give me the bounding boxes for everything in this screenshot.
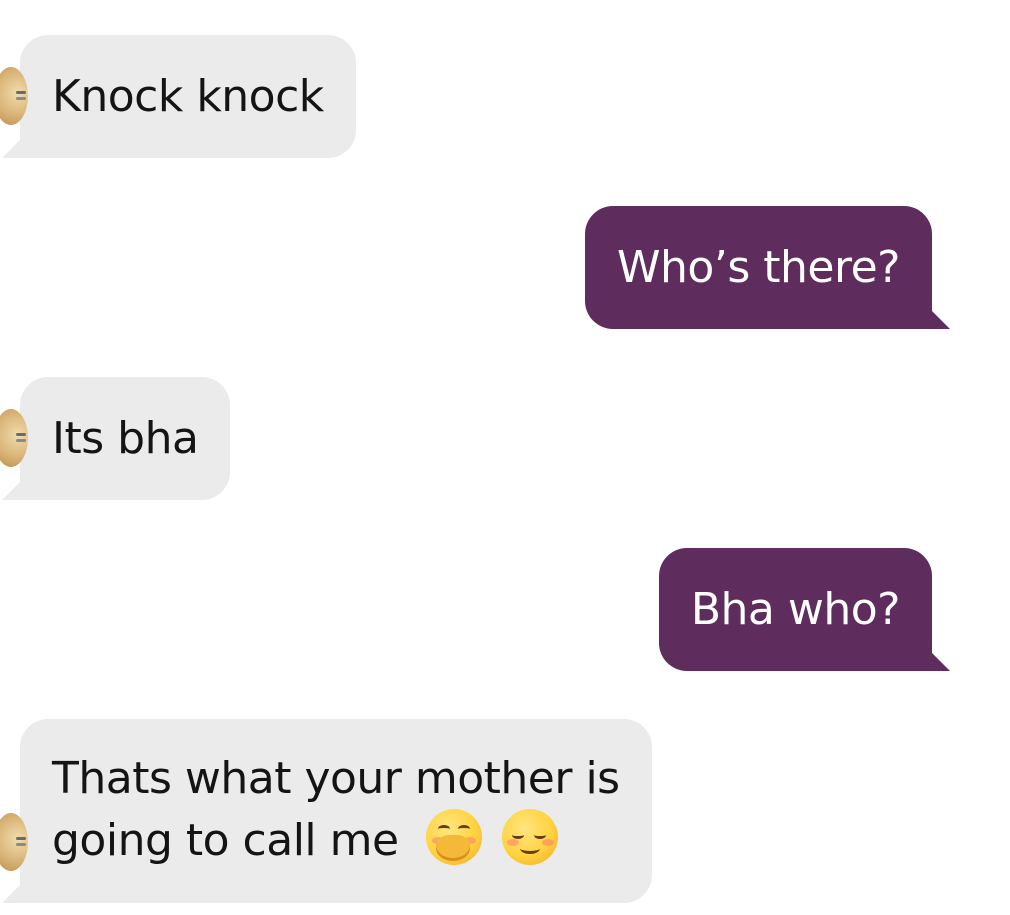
- message-text: Who’s there?: [617, 242, 900, 293]
- message-line-with-emoji: going to call me: [52, 809, 620, 871]
- message-text: Its bha: [52, 413, 199, 464]
- incoming-message[interactable]: Thats what your mother is going to call …: [0, 719, 652, 903]
- incoming-message[interactable]: Knock knock: [0, 35, 356, 158]
- outgoing-message[interactable]: Who’s there?: [585, 206, 932, 329]
- message-text: Knock knock: [52, 71, 324, 122]
- message-text: Bha who?: [690, 584, 901, 635]
- incoming-message[interactable]: Its bha: [0, 377, 231, 500]
- face-with-hand-over-mouth-emoji: [426, 809, 483, 865]
- sender-avatar[interactable]: [0, 67, 28, 125]
- sender-avatar[interactable]: [0, 813, 28, 871]
- message-thread: Knock knock Who’s there? Its bha Bha who…: [0, 0, 1010, 915]
- message-text: going to call me: [52, 815, 399, 866]
- sender-avatar[interactable]: [0, 409, 28, 467]
- message-line: Thats what your mother is: [52, 753, 620, 804]
- relieved-face-emoji: [501, 809, 558, 865]
- outgoing-message[interactable]: Bha who?: [658, 548, 932, 671]
